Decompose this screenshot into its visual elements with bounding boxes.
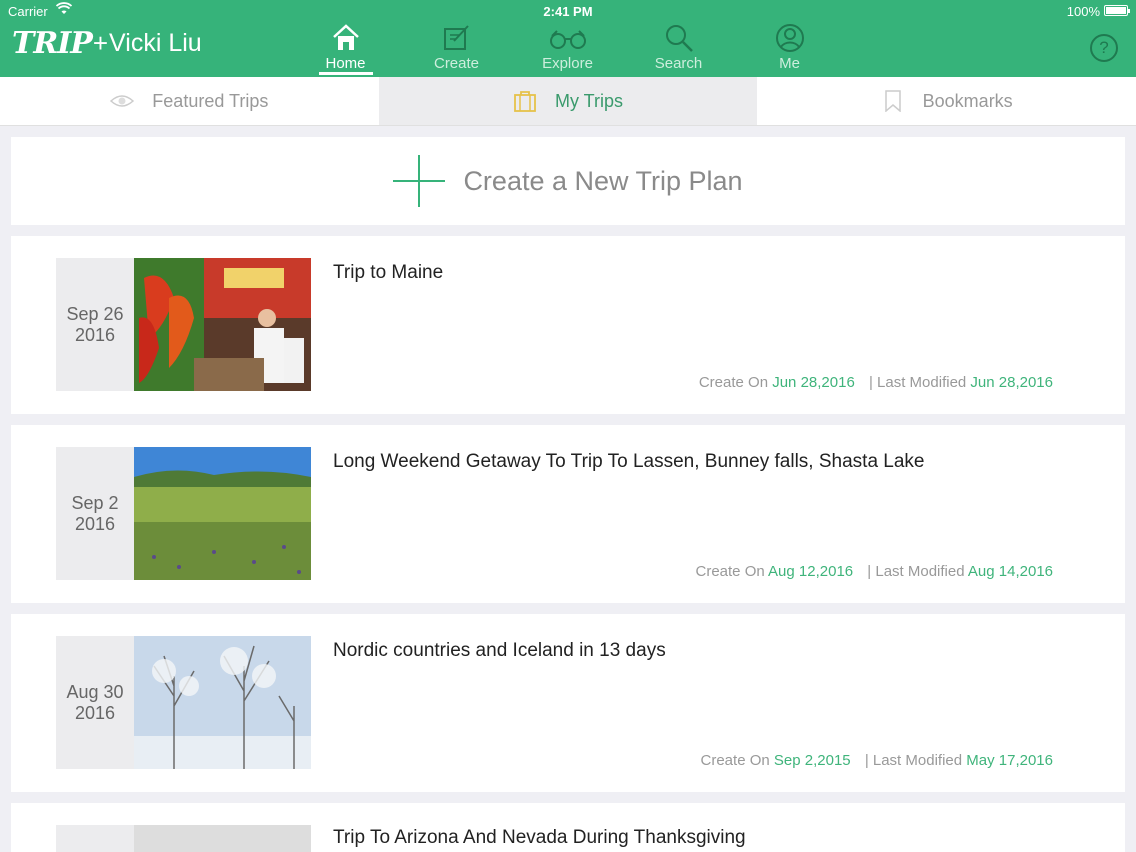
trip-date: Sep 26 2016 bbox=[56, 258, 134, 391]
trip-photo-placeholder bbox=[134, 825, 311, 852]
created-date: Jun 28,2016 bbox=[772, 374, 855, 391]
tab-bookmarks[interactable]: Bookmarks bbox=[757, 77, 1136, 125]
trip-meta: Create On Jun 28,2016 | Last Modified Ju… bbox=[699, 374, 1053, 391]
trip-meta: Create On Sep 2,2015 | Last Modified May… bbox=[701, 752, 1053, 769]
plus-icon bbox=[393, 155, 446, 207]
trip-photo-snow bbox=[134, 636, 311, 769]
modified-date: May 17,2016 bbox=[966, 752, 1053, 769]
user-name: Vicki Liu bbox=[109, 29, 202, 57]
bookmark-icon bbox=[884, 90, 901, 112]
status-time: 2:41 PM bbox=[543, 4, 593, 19]
nav-me[interactable]: Me bbox=[734, 20, 845, 72]
created-date: Sep 2,2015 bbox=[773, 752, 851, 769]
trip-date: Aug 30 2016 bbox=[56, 636, 134, 769]
tab-my-trips-label: My Trips bbox=[555, 90, 624, 111]
create-trip-label: Create a New Trip Plan bbox=[463, 165, 743, 196]
suitcase-icon bbox=[514, 91, 536, 112]
modified-date: Aug 14,2016 bbox=[967, 563, 1053, 580]
binoculars-icon bbox=[549, 30, 586, 49]
trip-date bbox=[56, 825, 134, 852]
tab-featured-trips[interactable]: Featured Trips bbox=[0, 77, 379, 125]
battery-icon bbox=[1104, 5, 1130, 16]
created-label: Create On bbox=[695, 563, 765, 580]
create-trip-button[interactable]: Create a New Trip Plan bbox=[11, 137, 1125, 225]
app-header: Carrier 2:41 PM 100% TRIP + Vicki Liu Ho… bbox=[0, 0, 1136, 77]
trip-card[interactable]: Sep 2 2016 Long Weekend Getaway To Trip … bbox=[11, 425, 1125, 603]
trip-photo-market bbox=[134, 258, 311, 391]
trip-title[interactable]: Long Weekend Getaway To Trip To Lassen, … bbox=[333, 451, 925, 473]
modified-label: | Last Modified bbox=[867, 563, 965, 580]
profile-icon bbox=[775, 24, 804, 52]
nav-explore[interactable]: Explore bbox=[512, 20, 623, 72]
trip-card[interactable]: Aug 30 2016 Nordic countries and Iceland… bbox=[11, 614, 1125, 792]
brand-name: TRIP bbox=[12, 26, 93, 61]
nav-search[interactable]: Search bbox=[623, 20, 734, 72]
trip-tabs: Featured Trips My Trips Bookmarks bbox=[0, 77, 1136, 126]
trip-title[interactable]: Nordic countries and Iceland in 13 days bbox=[333, 640, 666, 662]
trip-date-month-day: Aug 30 bbox=[66, 681, 124, 702]
trip-date-year: 2016 bbox=[74, 324, 116, 345]
nav-home-label: Home bbox=[325, 55, 366, 72]
trip-card[interactable]: Sep 26 2016 Trip to Maine Create On Jun … bbox=[11, 236, 1125, 414]
nav-home[interactable]: Home bbox=[290, 20, 401, 75]
search-icon bbox=[665, 25, 693, 52]
created-date: Aug 12,2016 bbox=[768, 563, 854, 580]
app-logo[interactable]: TRIP + Vicki Liu bbox=[12, 26, 202, 61]
trip-date-month-day: Sep 26 bbox=[66, 303, 124, 324]
brand-plus: + bbox=[92, 28, 109, 58]
main-nav: Home Create Explore Search Me bbox=[290, 20, 845, 75]
home-icon bbox=[332, 24, 359, 50]
battery-percent: 100% bbox=[1066, 4, 1100, 19]
modified-label: | Last Modified bbox=[868, 374, 967, 391]
tab-featured-label: Featured Trips bbox=[152, 90, 269, 111]
trip-card[interactable]: Trip To Arizona And Nevada During Thanks… bbox=[11, 803, 1125, 852]
nav-me-label: Me bbox=[779, 55, 800, 72]
created-label: Create On bbox=[698, 374, 769, 391]
modified-label: | Last Modified bbox=[864, 752, 963, 769]
trip-date: Sep 2 2016 bbox=[56, 447, 134, 580]
nav-explore-label: Explore bbox=[542, 55, 593, 72]
created-label: Create On bbox=[700, 752, 770, 769]
nav-create[interactable]: Create bbox=[401, 20, 512, 72]
trip-date-month-day: Sep 2 bbox=[71, 492, 119, 513]
trip-date-year: 2016 bbox=[74, 513, 116, 534]
modified-date: Jun 28,2016 bbox=[970, 374, 1053, 391]
trip-photo-meadow bbox=[134, 447, 311, 580]
nav-search-label: Search bbox=[654, 55, 703, 72]
tab-bookmarks-label: Bookmarks bbox=[922, 90, 1013, 111]
trip-meta: Create On Aug 12,2016 | Last Modified Au… bbox=[696, 563, 1054, 580]
trip-date-year: 2016 bbox=[74, 702, 116, 723]
status-bar: Carrier 2:41 PM 100% bbox=[0, 0, 1136, 22]
create-icon bbox=[443, 25, 469, 50]
eye-icon bbox=[110, 95, 135, 107]
tab-my-trips[interactable]: My Trips bbox=[378, 77, 758, 125]
nav-create-label: Create bbox=[433, 55, 480, 72]
help-button[interactable]: ? bbox=[1090, 34, 1118, 62]
trip-title[interactable]: Trip To Arizona And Nevada During Thanks… bbox=[333, 827, 746, 849]
trip-title[interactable]: Trip to Maine bbox=[333, 262, 443, 284]
